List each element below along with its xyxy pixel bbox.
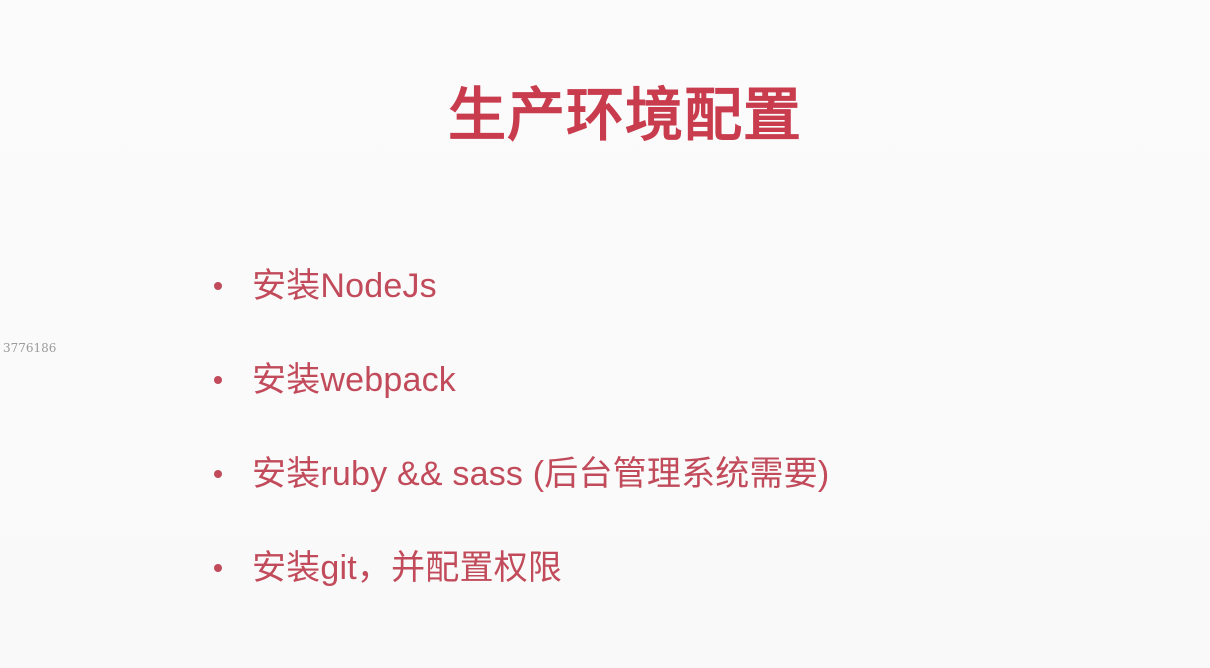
side-id-label: 3776186 xyxy=(3,341,57,355)
bullet-dot-icon xyxy=(214,282,222,290)
list-item-text: 安装webpack xyxy=(252,361,456,399)
list-item: 安装ruby && sass (后台管理系统需要) xyxy=(214,450,829,498)
bullet-dot-icon xyxy=(214,470,222,478)
list-item: 安装NodeJs xyxy=(214,262,829,310)
bullet-dot-icon xyxy=(214,564,222,572)
slide-title: 生产环境配置 xyxy=(447,83,802,148)
list-item: 安装git，并配置权限 xyxy=(214,544,829,592)
list-item-text: 安装NodeJs xyxy=(252,267,437,305)
list-item: 安装webpack xyxy=(214,356,829,404)
list-item-text: 安装ruby && sass (后台管理系统需要) xyxy=(252,455,830,493)
bullet-list: 安装NodeJs 安装webpack 安装ruby && sass (后台管理系… xyxy=(214,262,829,638)
bullet-dot-icon xyxy=(214,376,222,384)
list-item-text: 安装git，并配置权限 xyxy=(252,549,563,587)
presentation-slide: 3776186 生产环境配置 安装NodeJs 安装webpack 安装ruby… xyxy=(0,0,1210,668)
